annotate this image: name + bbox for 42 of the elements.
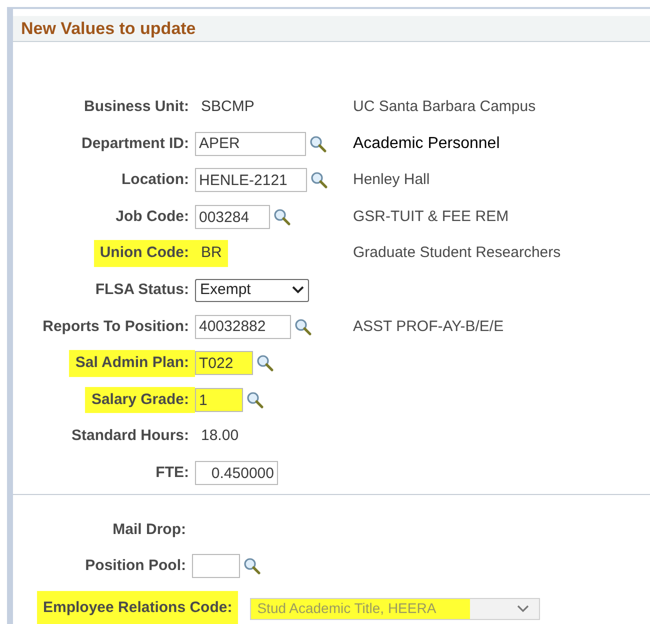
field-description: Henley Hall <box>353 170 430 190</box>
input-field[interactable] <box>192 554 240 578</box>
field-value: SBCMP <box>200 97 256 118</box>
input-field[interactable]: HENLE-2121 <box>195 168 307 192</box>
search-icon[interactable] <box>309 134 327 153</box>
field-label: Sal Admin Plan: <box>69 350 195 377</box>
field-description: Graduate Student Researchers <box>353 243 561 264</box>
field-label: FLSA Status: <box>94 280 190 300</box>
field-label: Union Code: <box>94 240 195 267</box>
input-field[interactable]: T022 <box>195 351 253 376</box>
field-label: Employee Relations Code: <box>37 591 238 624</box>
dropdown[interactable]: Exempt <box>195 278 309 302</box>
field-label: FTE: <box>154 462 190 483</box>
input-field[interactable]: 0.450000 <box>195 461 278 486</box>
field-value: BR <box>195 240 228 267</box>
field-label: Business Unit: <box>82 97 190 118</box>
field-label: Location: <box>120 170 190 190</box>
search-icon[interactable] <box>273 208 291 226</box>
search-icon[interactable] <box>246 391 264 410</box>
field-label: Department ID: <box>80 134 190 154</box>
search-icon[interactable] <box>256 354 274 372</box>
field-description: UC Santa Barbara Campus <box>353 97 536 118</box>
section-header: New Values to update <box>13 16 650 42</box>
search-icon[interactable] <box>294 318 312 336</box>
field-description: GSR-TUIT & FEE REM <box>353 206 509 227</box>
search-icon[interactable] <box>243 557 261 576</box>
input-field[interactable]: 40032882 <box>195 314 291 339</box>
field-description: ASST PROF-AY-B/E/E <box>353 316 504 337</box>
field-label: Standard Hours: <box>70 426 190 446</box>
search-icon[interactable] <box>310 171 328 190</box>
chevron-icon <box>517 604 530 613</box>
field-label: Reports To Position: <box>42 316 190 337</box>
input-field[interactable]: 003284 <box>195 205 270 230</box>
chevron-icon <box>292 286 304 294</box>
field-description: Academic Personnel <box>353 134 500 154</box>
input-field[interactable]: 1 <box>195 388 243 412</box>
input-field[interactable]: APER <box>195 132 306 156</box>
field-label: Salary Grade: <box>85 386 195 414</box>
field-label: Position Pool: <box>84 556 187 576</box>
field-value: 18.00 <box>200 426 240 446</box>
field-label: Mail Drop: <box>112 520 187 540</box>
field-label: Job Code: <box>114 206 190 227</box>
